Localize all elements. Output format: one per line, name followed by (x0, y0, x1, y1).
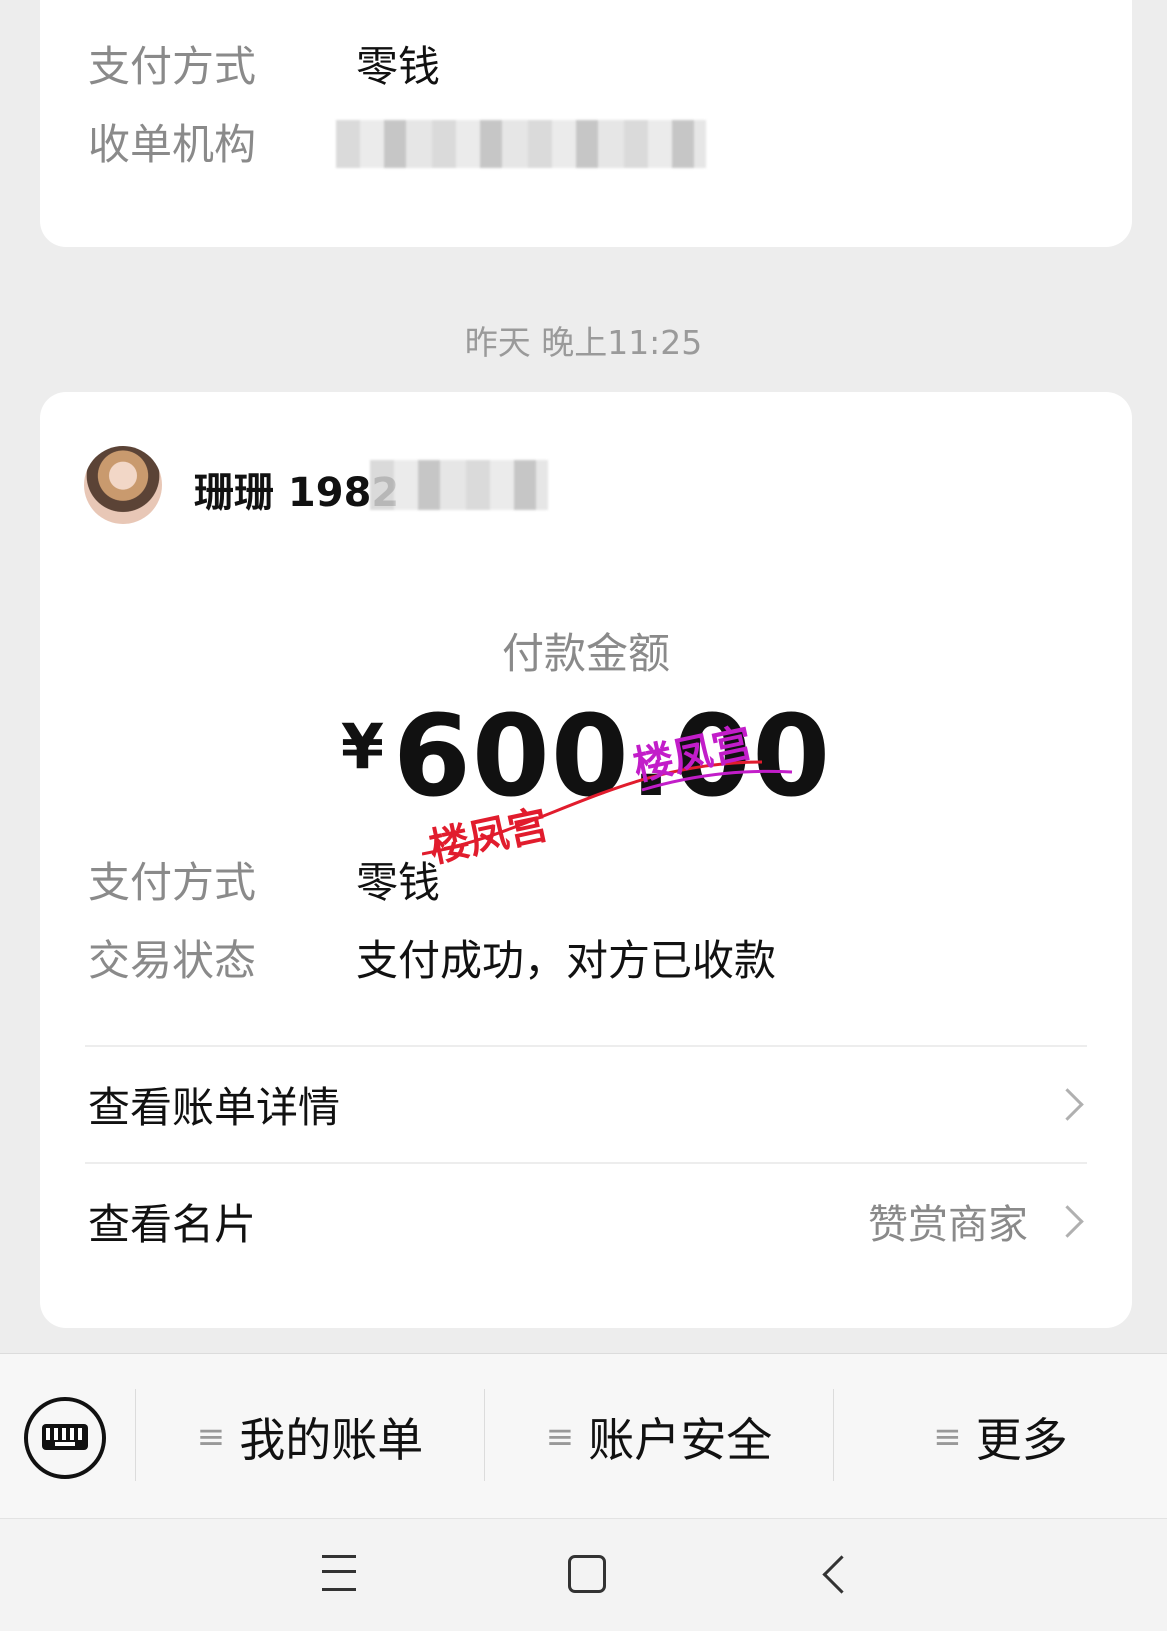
avatar[interactable] (84, 446, 162, 524)
view-profile-link[interactable]: 查看名片 赞赏商家 (88, 1186, 1087, 1256)
menu-item-label: 我的账单 (239, 1412, 424, 1467)
divider (85, 1162, 1087, 1164)
payment-method-value: 零钱 (356, 858, 441, 907)
tip-merchant-label[interactable]: 赞赏商家 (868, 1192, 1028, 1250)
payment-card[interactable]: 珊珊 1982 付款金额 ¥600.00 楼凤宫 楼凤宫 支付方式 零钱 交易状… (40, 392, 1132, 1328)
menu-item-more[interactable]: ≡ 更多 (834, 1354, 1167, 1519)
hamburger-icon: ≡ (933, 1416, 962, 1457)
chevron-right-icon (1051, 1087, 1084, 1121)
back-icon[interactable] (822, 1555, 861, 1594)
system-navigation-bar (0, 1518, 1167, 1631)
view-profile-label: 查看名片 (88, 1199, 257, 1249)
amount-label: 付款金额 (501, 629, 670, 678)
chevron-right-icon (1051, 1204, 1084, 1238)
recent-apps-icon[interactable] (322, 1555, 356, 1591)
hamburger-icon: ≡ (196, 1416, 226, 1457)
keyboard-icon[interactable] (24, 1397, 106, 1479)
menu-item-label: 账户安全 (588, 1412, 773, 1467)
acquirer-label: 收单机构 (88, 120, 257, 169)
user-name-redacted (370, 460, 548, 510)
menu-item-label: 更多 (975, 1412, 1068, 1467)
currency-symbol: ¥ (340, 710, 385, 783)
home-icon[interactable] (568, 1555, 606, 1593)
view-bill-details-link[interactable]: 查看账单详情 (88, 1069, 1087, 1139)
menu-item-account-security[interactable]: ≡ 账户安全 (485, 1354, 833, 1519)
menu-item-my-bills[interactable]: ≡ 我的账单 (136, 1354, 484, 1519)
payment-method-label: 支付方式 (88, 42, 257, 91)
payment-method-label: 支付方式 (88, 858, 257, 907)
message-timestamp: 昨天 晚上11:25 (464, 323, 703, 362)
transaction-status-label: 交易状态 (88, 936, 257, 985)
previous-payment-card: 支付方式 零钱 收单机构 (40, 0, 1132, 247)
payment-method-value: 零钱 (356, 42, 441, 91)
service-menu-bar: ≡ 我的账单 ≡ 账户安全 ≡ 更多 (0, 1353, 1167, 1519)
transaction-status-value: 支付成功，对方已收款 (356, 936, 777, 985)
divider (85, 1045, 1087, 1047)
hamburger-icon: ≡ (545, 1416, 575, 1457)
acquirer-value-redacted (336, 120, 706, 168)
view-bill-details-label: 查看账单详情 (88, 1082, 341, 1132)
user-name[interactable]: 珊珊 1982 (194, 460, 399, 518)
